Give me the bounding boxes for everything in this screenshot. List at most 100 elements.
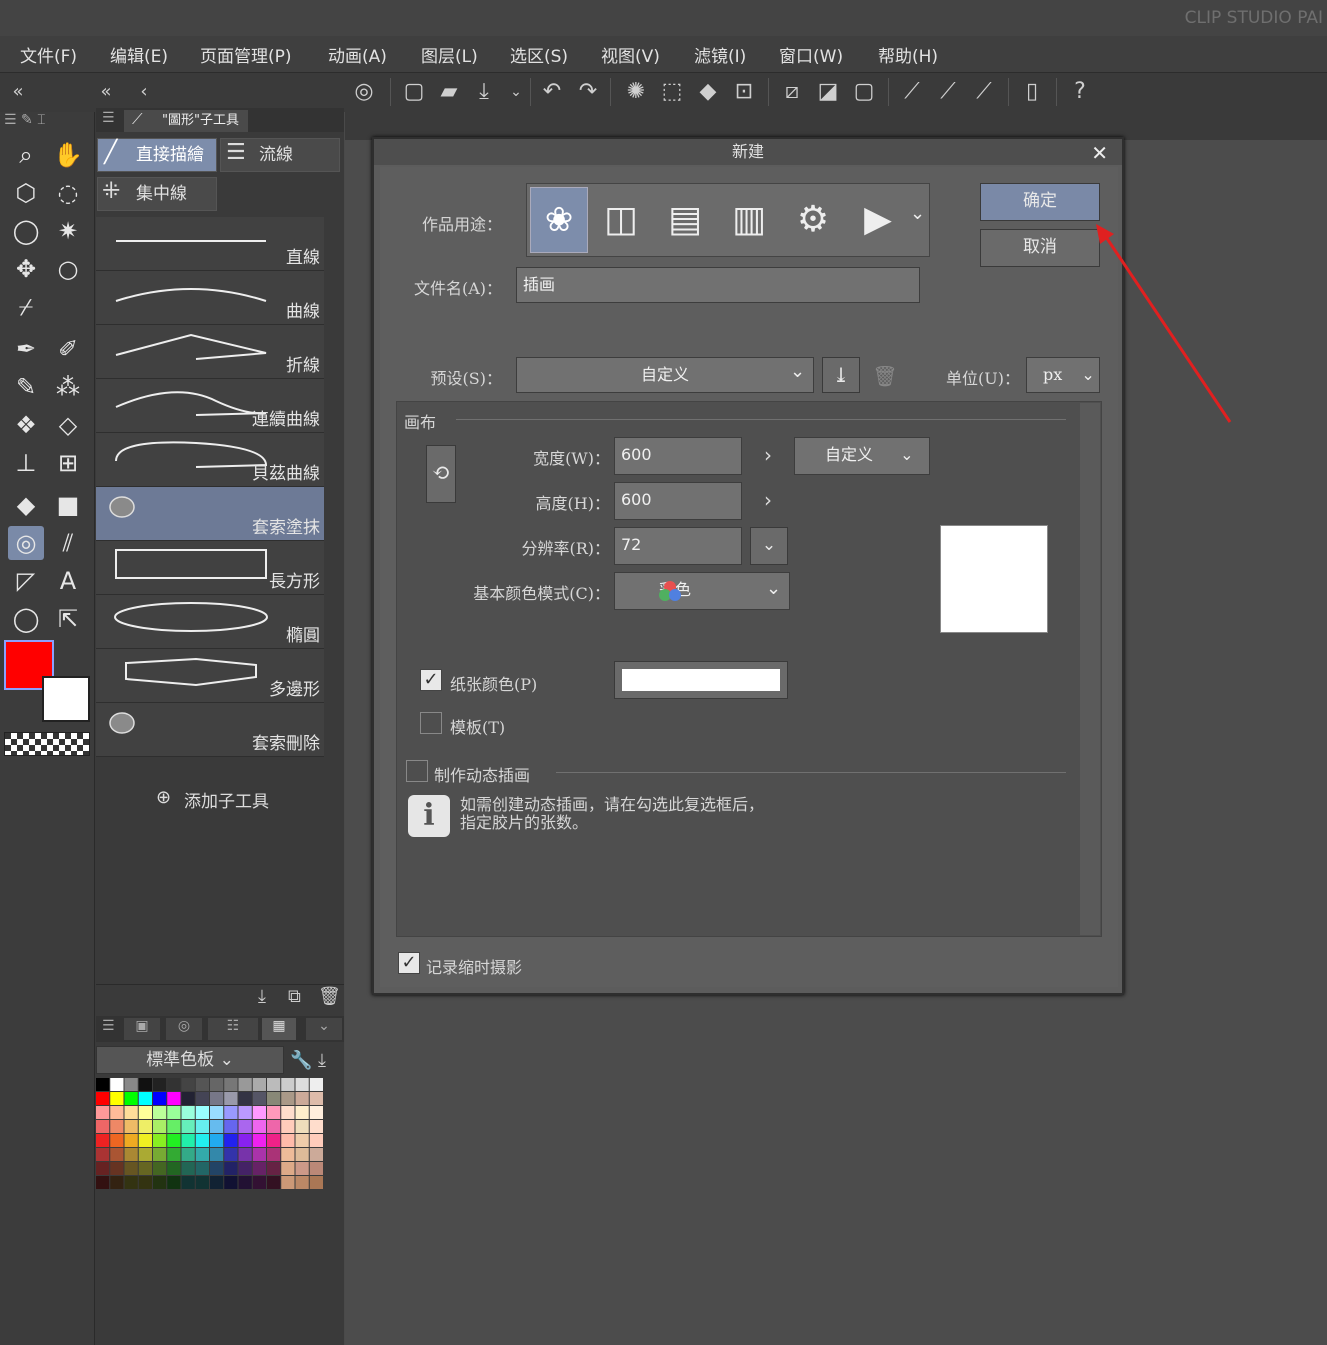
palette-swatch[interactable] <box>252 1106 266 1119</box>
clear-selection-icon[interactable]: ⧄ <box>776 76 808 108</box>
transparent-color-swatch[interactable] <box>4 732 90 756</box>
palette-swatch[interactable] <box>295 1176 309 1189</box>
palette-swatch[interactable] <box>295 1134 309 1147</box>
palette-swatch[interactable] <box>167 1148 181 1161</box>
book-use-icon[interactable]: ▥ <box>722 189 776 251</box>
palette-swatch[interactable] <box>252 1120 266 1133</box>
palette-swatch[interactable] <box>252 1148 266 1161</box>
palette-swatch[interactable] <box>167 1176 181 1189</box>
palette-swatch[interactable] <box>181 1176 195 1189</box>
menu-filter[interactable]: 滤镜(I) <box>694 42 746 67</box>
palette-swatch[interactable] <box>167 1134 181 1147</box>
palette-swatch[interactable] <box>96 1106 110 1119</box>
palette-swatch[interactable] <box>224 1148 238 1161</box>
palette-swatch[interactable] <box>138 1148 152 1161</box>
gradient-icon[interactable]: ■ <box>50 488 86 522</box>
palette-swatch[interactable] <box>210 1078 224 1091</box>
palette-swatch[interactable] <box>138 1176 152 1189</box>
palette-swatch[interactable] <box>224 1120 238 1133</box>
palette-swatch[interactable] <box>252 1092 266 1105</box>
palette-swatch[interactable] <box>281 1148 295 1161</box>
palette-swatch[interactable] <box>153 1106 167 1119</box>
preset-save-icon[interactable]: ⤓ <box>822 357 860 393</box>
palette-swatch[interactable] <box>267 1148 281 1161</box>
menu-file[interactable]: 文件(F) <box>20 42 77 67</box>
palette-swatch[interactable] <box>181 1106 195 1119</box>
palette-swatch[interactable] <box>110 1092 124 1105</box>
palette-swatch[interactable] <box>96 1134 110 1147</box>
palette-swatch[interactable] <box>267 1176 281 1189</box>
palette-swatch[interactable] <box>252 1134 266 1147</box>
eyedropper-icon[interactable]: ⌿ <box>8 290 44 324</box>
palette-swatch[interactable] <box>195 1106 209 1119</box>
new-file-icon[interactable]: ▢ <box>398 76 430 108</box>
menu-selection[interactable]: 选区(S) <box>510 42 568 67</box>
palette-swatch[interactable] <box>238 1134 252 1147</box>
palette-swatch[interactable] <box>281 1106 295 1119</box>
brush-continuous-curve[interactable]: 連續曲線 <box>96 379 324 433</box>
palette-swatch[interactable] <box>181 1120 195 1133</box>
palette-swatch[interactable] <box>281 1078 295 1091</box>
palette-swatch[interactable] <box>96 1176 110 1189</box>
animation-use-icon[interactable]: ▶ <box>848 189 908 251</box>
resolution-input[interactable]: 72 <box>614 527 742 565</box>
palette-swatch[interactable] <box>309 1092 323 1105</box>
chevron-right-icon[interactable]: › <box>764 443 772 467</box>
palette-select[interactable]: 標準色板 ⌄ <box>96 1046 284 1074</box>
color-wheel-tab-icon[interactable]: ▣ <box>124 1018 160 1040</box>
palette-swatch[interactable] <box>224 1078 238 1091</box>
palette-swatch[interactable] <box>153 1176 167 1189</box>
pen-icon[interactable]: ✒ <box>8 332 44 366</box>
border-icon[interactable]: ⊞ <box>50 446 86 480</box>
airbrush-icon[interactable]: ⁂ <box>50 370 86 404</box>
palette-swatch[interactable] <box>210 1106 224 1119</box>
palette-swatch[interactable] <box>110 1162 124 1175</box>
ruler-tool-icon[interactable]: ⫽ <box>50 526 86 560</box>
palette-swatch[interactable] <box>181 1078 195 1091</box>
palette-swatch[interactable] <box>224 1092 238 1105</box>
operation-tool-icon[interactable]: ⬡ <box>8 176 44 210</box>
text-icon[interactable]: A <box>50 564 86 598</box>
menu-layer[interactable]: 图层(L) <box>421 42 478 67</box>
palette-swatch[interactable] <box>281 1092 295 1105</box>
preset-select[interactable]: 自定义 <box>516 357 814 393</box>
palette-swatch[interactable] <box>124 1120 138 1133</box>
width-input[interactable]: 600 <box>614 437 742 475</box>
palette-swatch[interactable] <box>124 1092 138 1105</box>
palette-swatch[interactable] <box>295 1162 309 1175</box>
transform-icon[interactable]: ⊡ <box>728 76 760 108</box>
palette-swatch[interactable] <box>124 1078 138 1091</box>
palette-swatch[interactable] <box>238 1106 252 1119</box>
palette-swatch[interactable] <box>309 1162 323 1175</box>
palette-swatch[interactable] <box>167 1106 181 1119</box>
palette-swatch[interactable] <box>210 1134 224 1147</box>
subtool-menu-icon[interactable]: ☰ <box>102 110 115 126</box>
palette-swatch[interactable] <box>238 1092 252 1105</box>
brush-lasso-erase[interactable]: 套索刪除 <box>96 703 324 757</box>
palette-swatch[interactable] <box>96 1092 110 1105</box>
selection-border-icon[interactable]: ▢ <box>848 76 880 108</box>
brush-icon[interactable]: ✎ <box>8 370 44 404</box>
cancel-button[interactable]: 取消 <box>980 229 1100 267</box>
palette-swatch[interactable] <box>267 1078 281 1091</box>
brush-polyline[interactable]: 折線 <box>96 325 324 379</box>
palette-swatch[interactable] <box>110 1176 124 1189</box>
palette-swatch[interactable] <box>138 1106 152 1119</box>
palette-swatch[interactable] <box>238 1176 252 1189</box>
palette-swatch[interactable] <box>238 1078 252 1091</box>
palette-swatch[interactable] <box>110 1120 124 1133</box>
clip-studio-icon[interactable]: ◎ <box>348 76 380 108</box>
loading-icon[interactable]: ✺ <box>620 76 652 108</box>
palette-swatch[interactable] <box>138 1134 152 1147</box>
palette-swatch[interactable] <box>181 1092 195 1105</box>
filename-input[interactable]: 插画 <box>516 267 920 303</box>
palette-swatch[interactable] <box>138 1092 152 1105</box>
ellipse-select-icon[interactable]: ○ <box>50 252 86 286</box>
invert-selection-icon[interactable]: ◪ <box>812 76 844 108</box>
import-icon[interactable]: ⤓ <box>258 986 266 1007</box>
size-preset-select[interactable]: 自定义 ⌄ <box>794 437 930 475</box>
palette-swatch[interactable] <box>295 1078 309 1091</box>
palette-swatch[interactable] <box>96 1078 110 1091</box>
palette-swatch[interactable] <box>195 1148 209 1161</box>
palette-swatch[interactable] <box>267 1162 281 1175</box>
